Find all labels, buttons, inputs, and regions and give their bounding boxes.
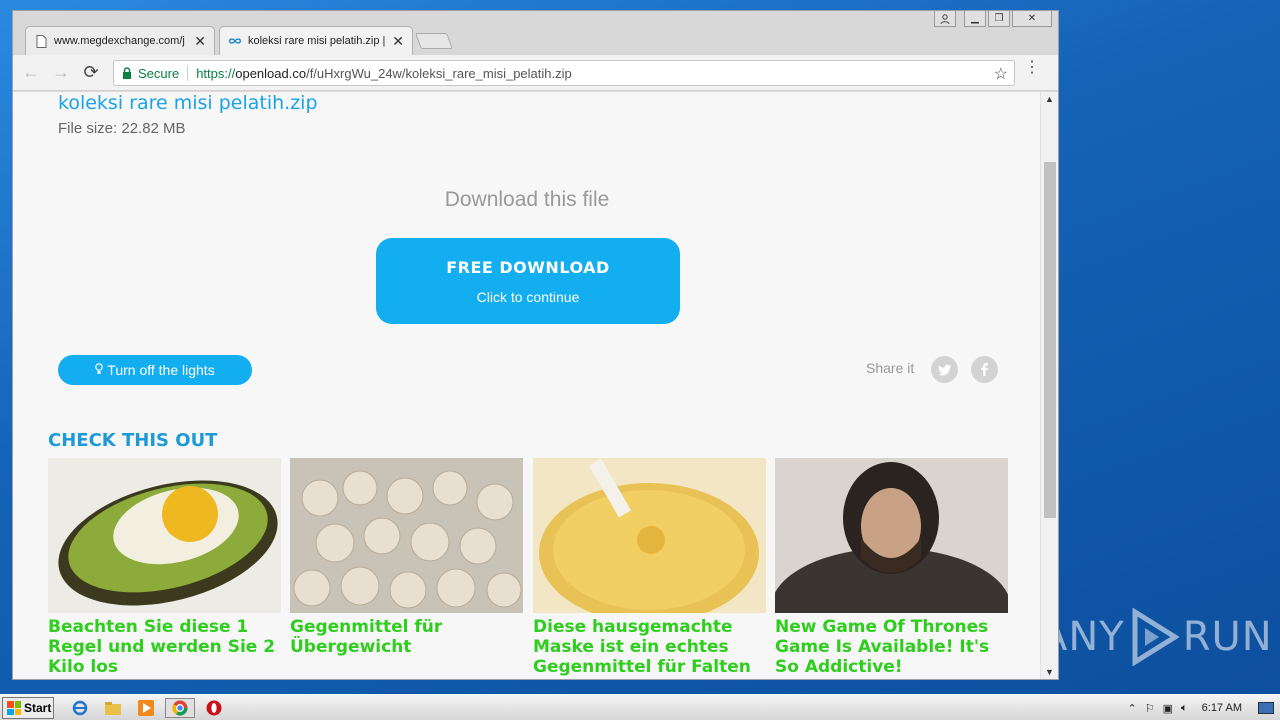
lightbulb-icon	[95, 362, 104, 378]
game-of-thrones-image	[775, 458, 1008, 613]
avocado-egg-image	[48, 458, 281, 613]
scroll-down-icon[interactable]: ▼	[1045, 667, 1054, 677]
file-size: File size: 22.82 MB	[58, 120, 186, 137]
internet-explorer-icon[interactable]	[70, 698, 90, 718]
tab-openload[interactable]: koleksi rare misi pelatih.zip | ✕	[219, 26, 413, 55]
vertical-scrollbar[interactable]: ▲ ▼	[1040, 92, 1058, 679]
scrollbar-thumb[interactable]	[1044, 162, 1056, 518]
browser-window: www.megdexchange.com/j ✕ koleksi rare mi…	[12, 10, 1059, 680]
show-desktop-icon[interactable]	[1258, 702, 1274, 714]
forward-arrow-icon[interactable]: →	[49, 61, 73, 85]
face-mask-image	[533, 458, 766, 613]
card-caption: Gegenmittel für Übergewicht	[290, 617, 443, 657]
network-icon[interactable]: ▣	[1163, 702, 1173, 715]
file-explorer-icon[interactable]	[103, 698, 123, 718]
tab-title: koleksi rare misi pelatih.zip |	[248, 35, 386, 47]
divider	[187, 65, 189, 81]
window-controls: ▁ ❐ ✕	[934, 11, 1052, 27]
chickpeas-image	[290, 458, 523, 613]
card-caption: Diese hausgemachte Maske ist ein echtes …	[533, 617, 751, 677]
download-heading: Download this file	[444, 188, 610, 211]
free-download-button[interactable]: FREE DOWNLOAD Click to continue	[376, 238, 680, 324]
media-player-icon[interactable]	[136, 698, 156, 718]
url-path: /f/uHxrgWu_24w/koleksi_rare_misi_pelatih…	[306, 65, 572, 81]
share-label: Share it	[866, 360, 915, 376]
close-tab-icon[interactable]: ✕	[392, 33, 404, 50]
play-logo-icon	[1132, 608, 1179, 666]
bookmark-star-icon[interactable]: ☆	[994, 64, 1008, 84]
anyrun-watermark: ANY RUN	[1040, 608, 1273, 666]
download-button-label: FREE DOWNLOAD	[446, 258, 610, 277]
action-center-flag-icon[interactable]: ⚐	[1145, 702, 1155, 715]
url-scheme: https://	[196, 65, 236, 81]
secure-label: Secure	[138, 65, 180, 81]
windows-logo-icon	[7, 701, 21, 715]
url-text: https://openload.co/f/uHxrgWu_24w/koleks…	[196, 66, 572, 81]
close-tab-icon[interactable]: ✕	[194, 33, 206, 50]
tab-title: www.megdexchange.com/j	[54, 35, 185, 47]
lights-label: Turn off the lights	[107, 362, 215, 378]
facebook-icon[interactable]	[971, 356, 998, 383]
check-this-out-heading: CHECK THIS OUT	[48, 430, 218, 451]
tab-megdexchange[interactable]: www.megdexchange.com/j ✕	[25, 26, 215, 55]
taskbar: Start ⌃ ⚐ ▣ 🔈︎ 6:17 AM	[0, 694, 1280, 720]
chrome-icon[interactable]	[165, 698, 195, 718]
start-button[interactable]: Start	[2, 697, 54, 719]
url-host: openload.co	[235, 65, 307, 81]
new-tab-button[interactable]	[415, 33, 453, 49]
show-hidden-icons-icon[interactable]: ⌃	[1128, 702, 1137, 715]
restore-button[interactable]: ❐	[988, 11, 1010, 27]
address-bar[interactable]: Secure https://openload.co/f/uHxrgWu_24w…	[113, 60, 1015, 86]
twitter-icon[interactable]	[931, 356, 958, 383]
close-window-button[interactable]: ✕	[1012, 11, 1052, 27]
lock-icon	[122, 67, 132, 79]
turn-off-lights-button[interactable]: Turn off the lights	[58, 355, 252, 385]
start-label: Start	[24, 701, 52, 715]
openload-icon	[228, 34, 242, 48]
scroll-up-icon[interactable]: ▲	[1045, 94, 1054, 104]
card-caption: Beachten Sie diese 1 Regel und werden Si…	[48, 617, 276, 677]
promo-card[interactable]: Diese hausgemachte Maske ist ein echtes …	[533, 458, 766, 677]
browser-toolbar: ← → ⟳ Secure https://openload.co/f/uHxrg…	[13, 55, 1058, 91]
file-name: koleksi rare misi pelatih.zip	[58, 92, 318, 114]
page-icon	[34, 34, 48, 48]
minimize-button[interactable]: ▁	[964, 11, 986, 27]
reload-icon[interactable]: ⟳	[79, 61, 103, 85]
watermark-right: RUN	[1182, 614, 1273, 660]
menu-dots-icon[interactable]: ⋮	[1024, 60, 1040, 76]
user-icon[interactable]	[934, 11, 956, 27]
promo-card[interactable]: Gegenmittel für Übergewicht	[290, 458, 523, 657]
volume-icon[interactable]: 🔈︎	[1181, 702, 1188, 715]
download-button-sublabel: Click to continue	[476, 289, 580, 305]
promo-card[interactable]: New Game Of Thrones Game Is Available! I…	[775, 458, 1008, 677]
system-tray: ⌃ ⚐ ▣ 🔈︎ 6:17 AM	[1128, 696, 1280, 720]
clock[interactable]: 6:17 AM	[1202, 702, 1242, 714]
page-content: koleksi rare misi pelatih.zip File size:…	[13, 92, 1041, 679]
back-arrow-icon[interactable]: ←	[19, 61, 43, 85]
tab-strip: www.megdexchange.com/j ✕ koleksi rare mi…	[13, 11, 1058, 55]
card-caption: New Game Of Thrones Game Is Available! I…	[775, 617, 990, 677]
promo-card[interactable]: Beachten Sie diese 1 Regel und werden Si…	[48, 458, 281, 677]
opera-icon[interactable]	[204, 698, 224, 718]
